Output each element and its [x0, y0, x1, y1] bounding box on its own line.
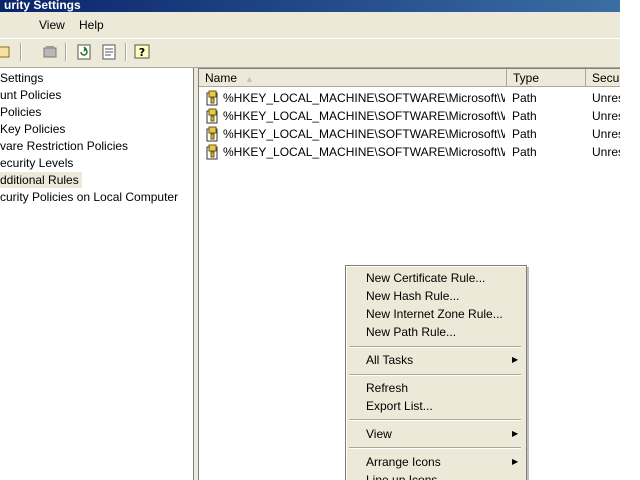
- toolbar-separator: [20, 43, 22, 61]
- menu-item-label: New Path Rule...: [366, 325, 457, 339]
- tree-item-security-levels[interactable]: ecurity Levels: [0, 155, 76, 171]
- menu-separator: [349, 447, 521, 449]
- menu-item-view[interactable]: View ▶: [346, 425, 526, 443]
- tree-item-public-key-policies[interactable]: Key Policies: [0, 121, 68, 137]
- menu-item-new-path-rule[interactable]: New Path Rule...: [346, 323, 526, 341]
- rule-security-level: Unres: [592, 91, 620, 105]
- rule-name: %HKEY_LOCAL_MACHINE\SOFTWARE\Microsoft\W…: [223, 91, 505, 105]
- column-header-name-label: Name: [205, 71, 238, 85]
- table-row[interactable]: %HKEY_LOCAL_MACHINE\SOFTWARE\Microsoft\W…: [199, 107, 620, 125]
- submenu-arrow-icon: ▶: [512, 355, 519, 364]
- menu-item-new-certificate-rule[interactable]: New Certificate Rule...: [346, 269, 526, 287]
- path-rule-icon: [205, 144, 221, 160]
- menu-item-label: New Certificate Rule...: [366, 271, 486, 285]
- submenu-arrow-icon: ▶: [512, 429, 519, 438]
- refresh-icon[interactable]: [75, 43, 93, 61]
- export-list-icon[interactable]: [100, 43, 118, 61]
- context-menu: New Certificate Rule... New Hash Rule...…: [345, 265, 527, 480]
- menu-item-new-hash-rule[interactable]: New Hash Rule...: [346, 287, 526, 305]
- tree-item-software-restriction-policies[interactable]: vare Restriction Policies: [0, 138, 131, 154]
- table-row[interactable]: %HKEY_LOCAL_MACHINE\SOFTWARE\Microsoft\W…: [199, 143, 620, 161]
- rule-type: Path: [512, 127, 537, 141]
- menu-separator: [349, 374, 521, 376]
- title-bar[interactable]: urity Settings: [0, 0, 620, 12]
- tree-item-settings[interactable]: Settings: [0, 70, 46, 86]
- column-header-security-label: Secur: [592, 71, 620, 85]
- toolbar: ?: [0, 38, 620, 68]
- table-row[interactable]: %HKEY_LOCAL_MACHINE\SOFTWARE\Microsoft\W…: [199, 125, 620, 143]
- tree-item-additional-rules[interactable]: dditional Rules: [0, 172, 82, 188]
- path-rule-icon: [205, 108, 221, 124]
- console-tree[interactable]: Settings unt Policies Policies Key Polic…: [0, 68, 194, 480]
- menu-item-arrange-icons[interactable]: Arrange Icons ▶: [346, 453, 526, 471]
- path-rule-icon: [205, 90, 221, 106]
- menu-item-refresh[interactable]: Refresh: [346, 379, 526, 397]
- rule-name: %HKEY_LOCAL_MACHINE\SOFTWARE\Microsoft\W…: [223, 127, 505, 141]
- toolbar-separator: [125, 43, 127, 61]
- rule-security-level: Unres: [592, 145, 620, 159]
- menu-item-label: Line up Icons: [366, 473, 438, 480]
- menu-help[interactable]: Help: [79, 18, 104, 32]
- menu-item-line-up-icons[interactable]: Line up Icons: [346, 471, 526, 480]
- rule-security-level: Unres: [592, 127, 620, 141]
- toolbar-separator: [65, 43, 67, 61]
- column-header-name[interactable]: Name ▲: [199, 69, 507, 87]
- up-icon[interactable]: [0, 43, 12, 61]
- svg-text:?: ?: [139, 46, 145, 59]
- rule-type: Path: [512, 91, 537, 105]
- menu-item-label: Arrange Icons: [366, 455, 441, 469]
- column-header-security[interactable]: Secur: [586, 69, 620, 87]
- menu-item-label: All Tasks: [366, 353, 414, 367]
- rule-name: %HKEY_LOCAL_MACHINE\SOFTWARE\Microsoft\W…: [223, 145, 505, 159]
- menu-item-label: New Internet Zone Rule...: [366, 307, 503, 321]
- menu-item-label: Export List...: [366, 399, 433, 413]
- rule-type: Path: [512, 109, 537, 123]
- menu-separator: [349, 346, 521, 348]
- menu-item-label: New Hash Rule...: [366, 289, 460, 303]
- menu-item-all-tasks[interactable]: All Tasks ▶: [346, 351, 526, 369]
- menu-view[interactable]: View: [39, 18, 65, 32]
- help-icon[interactable]: ?: [133, 43, 151, 61]
- column-header-type-label: Type: [513, 71, 540, 85]
- submenu-arrow-icon: ▶: [512, 457, 519, 466]
- window-title: urity Settings: [4, 0, 81, 12]
- rule-security-level: Unres: [592, 109, 620, 123]
- menu-separator: [349, 419, 521, 421]
- path-rule-icon: [205, 126, 221, 142]
- menu-item-new-internet-zone-rule[interactable]: New Internet Zone Rule...: [346, 305, 526, 323]
- menu-bar: View Help: [0, 12, 620, 38]
- tree-item-ip-security-policies[interactable]: curity Policies on Local Computer: [0, 189, 181, 205]
- tree-item-local-policies[interactable]: Policies: [0, 104, 44, 120]
- menu-item-label: Refresh: [366, 381, 409, 395]
- tree-item-account-policies[interactable]: unt Policies: [0, 87, 64, 103]
- mmc-window: urity Settings View Help ? Settings unt …: [0, 0, 620, 480]
- properties-icon[interactable]: [41, 43, 59, 61]
- column-header-type[interactable]: Type: [507, 69, 586, 87]
- menu-item-export-list[interactable]: Export List...: [346, 397, 526, 415]
- rule-type: Path: [512, 145, 537, 159]
- sort-ascending-icon: ▲: [245, 74, 254, 84]
- table-row[interactable]: %HKEY_LOCAL_MACHINE\SOFTWARE\Microsoft\W…: [199, 89, 620, 107]
- rule-name: %HKEY_LOCAL_MACHINE\SOFTWARE\Microsoft\W…: [223, 109, 505, 123]
- menu-item-label: View: [366, 427, 392, 441]
